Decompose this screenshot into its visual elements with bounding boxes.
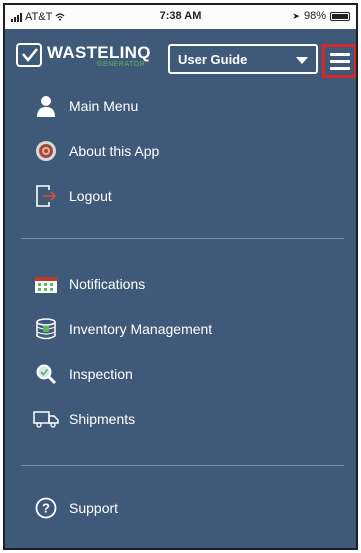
app-header: WASTELINQ GENERATOR User Guide	[5, 29, 356, 79]
menu-item-label: Shipments	[69, 411, 136, 427]
brand-subtitle: GENERATOR	[97, 61, 146, 68]
person-icon	[33, 94, 59, 118]
chevron-down-icon	[296, 57, 308, 64]
menu-item-about[interactable]: About this App	[5, 134, 356, 168]
menu-item-logout[interactable]: Logout	[5, 179, 356, 213]
brand-name: WASTELINQ	[47, 43, 151, 62]
menu-divider	[21, 238, 344, 239]
menu-item-label: Notifications	[69, 276, 146, 292]
svg-text:?: ?	[42, 501, 50, 516]
menu-item-label: Inspection	[69, 366, 133, 382]
menu-item-notifications[interactable]: Notifications	[5, 267, 356, 301]
menu-item-support[interactable]: ? Support	[5, 491, 356, 525]
menu-item-label: About this App	[69, 143, 160, 159]
battery-group: ➤ 98%	[292, 10, 350, 22]
magnifier-icon	[33, 362, 59, 386]
location-icon: ➤	[292, 10, 300, 21]
status-bar: AT&T 7:38 AM ➤ 98%	[5, 5, 356, 29]
battery-icon	[330, 11, 350, 21]
target-icon	[33, 139, 59, 163]
guide-dropdown[interactable]: User Guide	[168, 44, 318, 74]
calendar-icon	[33, 272, 59, 296]
brand-logo: WASTELINQ GENERATOR	[47, 43, 151, 69]
menu-item-label: Logout	[69, 188, 112, 204]
menu-item-label: Inventory Management	[69, 321, 213, 337]
menu-icon	[329, 52, 350, 56]
menu-item-label: Support	[69, 500, 119, 516]
app-frame: AT&T 7:38 AM ➤ 98% WASTELINQ GENERATOR U…	[3, 3, 358, 550]
logout-icon	[33, 184, 59, 208]
barrel-icon	[33, 317, 59, 341]
menu-item-label: Main Menu	[69, 98, 139, 114]
battery-percent: 98%	[303, 10, 326, 22]
checkbox-logo-icon	[16, 43, 42, 67]
menu-item-shipments[interactable]: Shipments	[5, 402, 356, 436]
hamburger-menu-button[interactable]	[322, 44, 356, 78]
menu-item-inspection[interactable]: Inspection	[5, 357, 356, 391]
menu-item-main-menu[interactable]: Main Menu	[5, 89, 356, 123]
menu-divider	[21, 465, 344, 466]
dropdown-value: User Guide	[178, 51, 248, 67]
menu-item-inventory[interactable]: Inventory Management	[5, 312, 356, 346]
help-icon: ?	[33, 496, 59, 520]
truck-icon	[33, 407, 59, 431]
